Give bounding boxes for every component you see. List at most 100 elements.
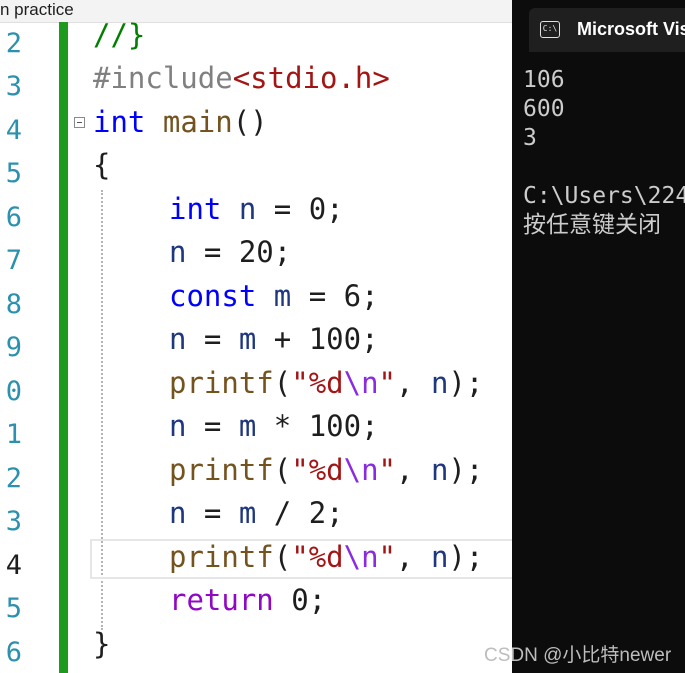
line-number: 7 <box>5 245 22 276</box>
string-literal: " <box>378 366 397 400</box>
collapse-toggle-icon[interactable] <box>74 117 85 128</box>
variable: n <box>169 235 187 269</box>
watermark: CSDN @小比特newer <box>484 645 672 666</box>
code-text: ( <box>273 453 292 487</box>
line-number: 4 <box>5 115 22 146</box>
string-literal: " <box>378 540 397 574</box>
escape-sequence: \n <box>343 366 379 400</box>
code-text: = 20; <box>186 235 292 269</box>
code-line[interactable]: //} <box>93 14 145 57</box>
string-literal: "%d <box>291 366 344 400</box>
change-tracking-bar <box>59 22 68 673</box>
line-number-active: 4 <box>5 550 22 581</box>
line-number: 6 <box>5 202 22 233</box>
code-text: = 6; <box>291 279 379 313</box>
variable: n <box>430 453 449 487</box>
console-tab-title: Microsoft Vis <box>577 19 685 39</box>
console-output-line: 按任意键关闭 <box>523 212 661 238</box>
code-line-current[interactable]: printf("%d\n", n); <box>169 536 483 579</box>
code-text: ); <box>448 540 484 574</box>
console-output-line: 3 <box>523 125 537 151</box>
code-text: ( <box>273 540 292 574</box>
code-line[interactable]: const m = 6; <box>169 275 379 318</box>
line-number: 2 <box>5 463 22 494</box>
code-text: 0; <box>273 583 327 617</box>
code-text: () <box>232 105 268 139</box>
keyword: int <box>169 192 222 226</box>
code-line[interactable]: { <box>93 144 110 187</box>
line-number: 5 <box>5 593 22 624</box>
code-line[interactable]: #include<stdio.h> <box>93 57 390 100</box>
variable: n <box>169 322 187 356</box>
code-text: = <box>186 496 239 530</box>
variable: n <box>169 496 187 530</box>
code-text: , <box>396 453 431 487</box>
code-text: / 2; <box>256 496 344 530</box>
code-text: ); <box>448 366 484 400</box>
code-line[interactable]: return 0; <box>169 579 326 622</box>
console-tab[interactable]: C:\ Microsoft Vis <box>529 8 685 52</box>
code-text: ); <box>448 453 484 487</box>
line-number: 3 <box>5 71 22 102</box>
code-line[interactable]: } <box>93 623 110 666</box>
variable: m <box>238 409 257 443</box>
editor-title: n practice <box>0 0 74 19</box>
console-window[interactable]: C:\ Microsoft Vis 106 600 3 C:\Users\224… <box>512 0 685 673</box>
variable: m <box>238 322 257 356</box>
variable: n <box>169 409 187 443</box>
function-name: main <box>162 105 233 139</box>
console-output-line: 600 <box>523 96 565 122</box>
variable: n <box>430 366 449 400</box>
code-text: = <box>186 322 239 356</box>
line-number: 5 <box>5 158 22 189</box>
line-number: 1 <box>5 419 22 450</box>
code-line[interactable]: printf("%d\n", n); <box>169 362 483 405</box>
string-literal: "%d <box>291 540 344 574</box>
code-line[interactable]: n = 20; <box>169 231 291 274</box>
code-text: { <box>93 148 111 182</box>
code-text: = <box>186 409 239 443</box>
line-number: 8 <box>5 289 22 320</box>
code-text: , <box>396 366 431 400</box>
code-text: } <box>93 627 111 661</box>
code-text: , <box>396 540 431 574</box>
variable: n <box>238 192 257 226</box>
line-number: 9 <box>5 332 22 363</box>
escape-sequence: \n <box>343 453 379 487</box>
code-text: = 0; <box>256 192 344 226</box>
line-number: 6 <box>5 637 22 668</box>
line-number-gutter: 2 3 4 5 6 7 8 9 0 1 2 3 4 5 6 <box>0 22 58 673</box>
code-line[interactable]: n = m + 100; <box>169 318 379 361</box>
console-output-line: C:\Users\224 <box>523 183 685 209</box>
line-number: 0 <box>5 376 22 407</box>
keyword: const <box>169 279 257 313</box>
code-line[interactable]: int main() <box>93 101 268 144</box>
keyword: int <box>93 105 146 139</box>
preprocessor-directive: #include <box>93 61 233 95</box>
string-literal: "%d <box>291 453 344 487</box>
code-line[interactable]: n = m / 2; <box>169 492 344 535</box>
code-line[interactable]: n = m * 100; <box>169 405 379 448</box>
terminal-icon: C:\ <box>540 21 560 38</box>
variable: m <box>273 279 292 313</box>
code-line[interactable]: printf("%d\n", n); <box>169 449 483 492</box>
comment: //} <box>93 18 146 52</box>
line-number: 2 <box>5 28 22 59</box>
function-name: printf <box>169 366 274 400</box>
variable: m <box>238 496 257 530</box>
code-text: * 100; <box>256 409 379 443</box>
code-text: ( <box>273 366 292 400</box>
editor-title-bar: n practice <box>0 0 512 23</box>
string-literal: " <box>378 453 397 487</box>
code-text: + 100; <box>256 322 379 356</box>
function-name: printf <box>169 540 274 574</box>
function-name: printf <box>169 453 274 487</box>
code-line[interactable]: int n = 0; <box>169 188 344 231</box>
escape-sequence: \n <box>343 540 379 574</box>
code-editor[interactable]: n practice 2 3 4 5 6 7 8 9 0 1 2 3 4 5 6… <box>0 0 512 673</box>
console-output-line: 106 <box>523 67 565 93</box>
variable: n <box>430 540 449 574</box>
line-number: 3 <box>5 506 22 537</box>
control-keyword: return <box>169 583 274 617</box>
include-header: <stdio.h> <box>232 61 390 95</box>
